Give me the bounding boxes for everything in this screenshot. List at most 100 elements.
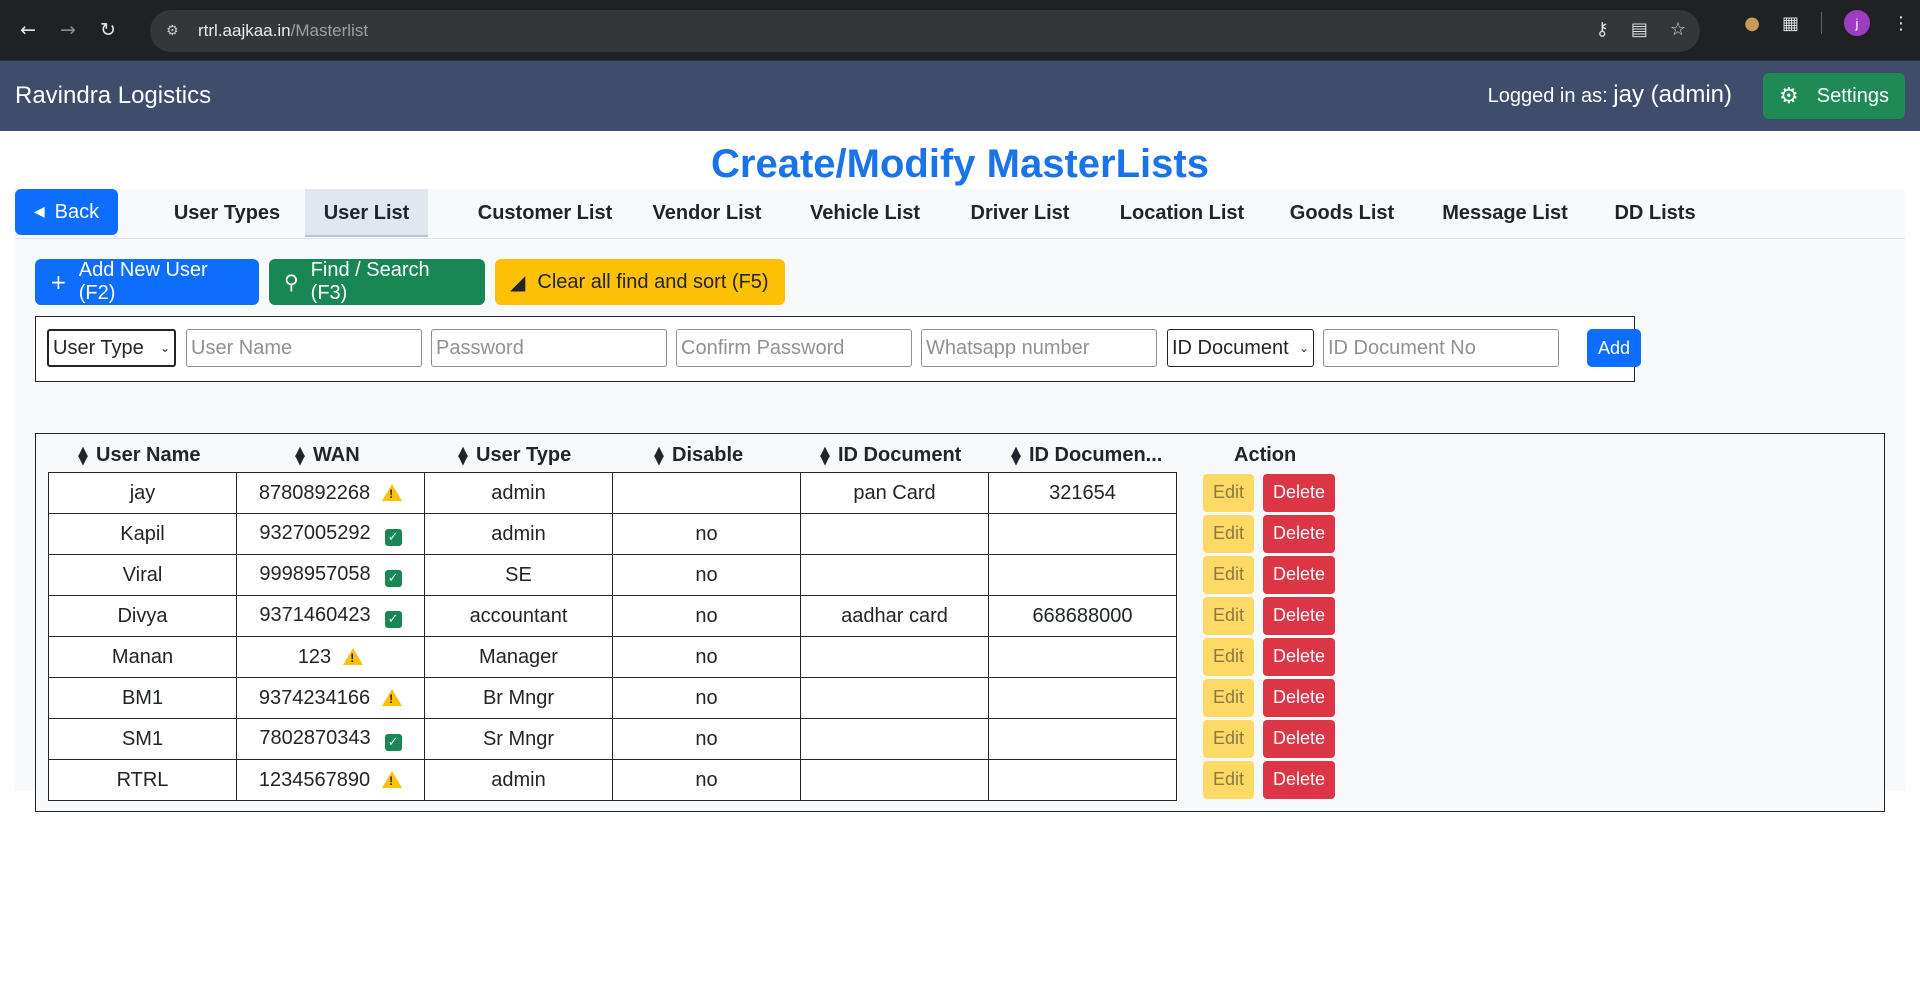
profile-avatar[interactable]: j [1844, 10, 1870, 36]
cell-wan: 9374234166 [236, 677, 425, 719]
cell-id-document-no [988, 718, 1177, 760]
edit-button[interactable]: Edit [1203, 719, 1254, 758]
settings-button[interactable]: ⚙ Settings [1763, 73, 1905, 119]
sort-icon: ▲ ▼ [458, 443, 468, 468]
cell-id-document-no [988, 759, 1177, 801]
delete-button[interactable]: Delete [1263, 719, 1335, 758]
cell-id-document: pan Card [800, 472, 989, 514]
cell-user-name: Divya [48, 595, 237, 637]
user-name-input[interactable]: User Name [186, 329, 422, 367]
find-search-button[interactable]: ⚲ Find / Search (F3) [269, 259, 485, 305]
cell-id-document [800, 677, 989, 719]
site-info-icon[interactable]: ⚙ [166, 23, 186, 39]
edit-button[interactable]: Edit [1203, 473, 1254, 512]
back-button[interactable]: ◀ Back [15, 189, 118, 235]
wan-number: 7802870343 [259, 727, 371, 749]
header-id-document[interactable]: ▲ ▼ ID Document [820, 444, 961, 467]
table-row: BM1 9374234166 Br Mngrno [48, 677, 1177, 719]
clear-find-sort-button[interactable]: ◢ Clear all find and sort (F5) [495, 259, 785, 305]
user-type-select[interactable]: User Type ⌄ [47, 329, 176, 367]
sort-icon: ▲ ▼ [1011, 443, 1021, 468]
action-row: Edit Delete [1203, 759, 1335, 800]
address-bar[interactable]: ⚙ rtrl.aajkaa.in/Masterlist ⚷ ▤ ☆ [150, 10, 1700, 52]
action-row: Edit Delete [1203, 677, 1335, 718]
delete-button[interactable]: Delete [1263, 514, 1335, 553]
tab-user-types[interactable]: User Types [155, 189, 299, 237]
logged-user: jay (admin) [1613, 81, 1732, 108]
whatsapp-number-input[interactable]: Whatsapp number [921, 329, 1157, 367]
delete-button[interactable]: Delete [1263, 760, 1335, 799]
cell-user-name: BM1 [48, 677, 237, 719]
row-actions: Edit Delete Edit Delete Edit Delete Edit Delete… [1203, 472, 1335, 800]
tab-driver-list[interactable]: Driver List [952, 189, 1088, 237]
cell-id-document [800, 759, 989, 801]
tab-message-list[interactable]: Message List [1425, 189, 1585, 237]
delete-button[interactable]: Delete [1263, 596, 1335, 635]
url-text[interactable]: rtrl.aajkaa.in/Masterlist [198, 21, 368, 41]
tab-vendor-list[interactable]: Vendor List [637, 189, 777, 237]
cell-disable: no [612, 759, 801, 801]
add-user-button[interactable]: Add [1587, 329, 1641, 367]
table-row: Divya 9371460423 ✓ accountant no aadhar card 6… [48, 595, 1177, 637]
password-key-icon[interactable]: ⚷ [1596, 19, 1609, 40]
delete-button[interactable]: Delete [1263, 555, 1335, 594]
sort-icon: ▲ ▼ [78, 443, 88, 468]
edit-button[interactable]: Edit [1203, 555, 1254, 594]
delete-button[interactable]: Delete [1263, 678, 1335, 717]
cell-id-document-no: 668688000 [988, 595, 1177, 637]
wan-number: 9374234166 [258, 686, 371, 709]
confirm-password-input[interactable]: Confirm Password [676, 329, 912, 367]
add-new-user-button[interactable]: + Add New User (F2) [35, 259, 259, 305]
id-document-select[interactable]: ID Document ⌄ [1167, 329, 1314, 367]
id-document-no-input[interactable]: ID Document No [1323, 329, 1559, 367]
tab-location-list[interactable]: Location List [1104, 189, 1260, 237]
cell-id-document-no [988, 554, 1177, 596]
warning-icon [343, 647, 364, 665]
header-disable[interactable]: ▲ ▼ Disable [654, 444, 743, 467]
bookmark-star-icon[interactable]: ☆ [1670, 19, 1686, 40]
wan-number: 1234567890 [258, 768, 371, 791]
brand-title[interactable]: Ravindra Logistics [15, 82, 211, 110]
extension-cookie-icon[interactable]: ● [1744, 13, 1760, 34]
logged-in-status: Logged in as: jay (admin) [1488, 81, 1732, 109]
cell-id-document: aadhar card [800, 595, 989, 637]
header-id-document-no[interactable]: ▲ ▼ ID Documen... [1011, 444, 1162, 467]
edit-button[interactable]: Edit [1203, 514, 1254, 553]
tab-customer-list[interactable]: Customer List [460, 189, 630, 237]
more-menu-icon[interactable]: ⋮ [1892, 13, 1910, 34]
header-user-name[interactable]: ▲ ▼ User Name [78, 444, 201, 467]
extensions-puzzle-icon[interactable]: ▦ [1782, 13, 1799, 34]
tab-vehicle-list[interactable]: Vehicle List [792, 189, 938, 237]
wan-number: 9998957058 [259, 563, 371, 585]
install-app-icon[interactable]: ▤ [1631, 19, 1648, 40]
edit-button[interactable]: Edit [1203, 760, 1254, 799]
warning-icon [382, 688, 403, 706]
cell-disable: no [612, 677, 801, 719]
cell-id-document [800, 636, 989, 678]
action-row: Edit Delete [1203, 595, 1335, 636]
cell-disable: no [612, 636, 801, 678]
tab-user-list[interactable]: User List [305, 189, 428, 237]
cell-id-document-no: 321654 [988, 472, 1177, 514]
tab-goods-list[interactable]: Goods List [1275, 189, 1409, 237]
cell-user-type: admin [424, 759, 613, 801]
delete-button[interactable]: Delete [1263, 637, 1335, 676]
action-row: Edit Delete [1203, 718, 1335, 759]
search-icon: ⚲ [284, 270, 299, 294]
header-user-type[interactable]: ▲ ▼ User Type [458, 444, 571, 467]
wan-number: 9327005292 [259, 522, 371, 544]
header-wan[interactable]: ▲ ▼ WAN [295, 444, 360, 467]
forward-arrow-icon[interactable]: → [48, 10, 88, 50]
action-row: Edit Delete [1203, 472, 1335, 513]
cell-user-name: RTRL [48, 759, 237, 801]
edit-button[interactable]: Edit [1203, 637, 1254, 676]
edit-button[interactable]: Edit [1203, 678, 1254, 717]
edit-button[interactable]: Edit [1203, 596, 1254, 635]
back-arrow-icon[interactable]: ← [8, 10, 48, 50]
password-input[interactable]: Password [431, 329, 667, 367]
verified-check-icon: ✓ [384, 529, 402, 546]
cell-user-type: Sr Mngr [424, 718, 613, 760]
tab-dd-lists[interactable]: DD Lists [1600, 189, 1710, 237]
reload-icon[interactable]: ↻ [88, 10, 128, 50]
delete-button[interactable]: Delete [1263, 473, 1335, 512]
